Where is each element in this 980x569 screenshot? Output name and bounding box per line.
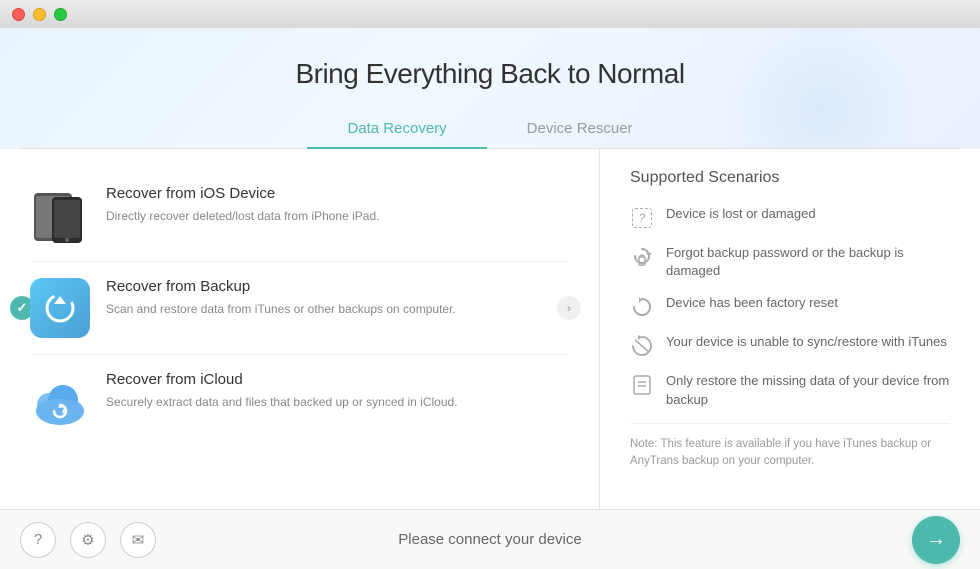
tab-bar: Data Recovery Device Rescuer	[20, 110, 960, 149]
close-button[interactable]	[12, 8, 25, 21]
left-panel: Recover from iOS Device Directly recover…	[0, 149, 600, 509]
status-text: Please connect your device	[398, 531, 581, 548]
maximize-button[interactable]	[54, 8, 67, 21]
scenario-backup-password: Forgot backup password or the backup is …	[630, 244, 950, 280]
header-area: Bring Everything Back to Normal Data Rec…	[0, 28, 980, 149]
lost-damaged-icon: ?	[630, 206, 654, 230]
title-bar	[0, 0, 980, 28]
icloud-option-title: Recover from iCloud	[106, 371, 458, 388]
backup-password-text: Forgot backup password or the backup is …	[666, 244, 950, 280]
mail-button[interactable]: ✉	[120, 522, 156, 558]
settings-button[interactable]: ⚙	[70, 522, 106, 558]
backup-option-title: Recover from Backup	[106, 278, 456, 295]
content-area: Recover from iOS Device Directly recover…	[0, 149, 980, 509]
main-title: Bring Everything Back to Normal	[20, 58, 960, 90]
missing-data-icon	[630, 373, 654, 397]
ios-option-desc: Directly recover deleted/lost data from …	[106, 207, 379, 225]
main-content: Bring Everything Back to Normal Data Rec…	[0, 28, 980, 509]
help-icon: ?	[34, 531, 42, 548]
scenarios-note: Note: This feature is available if you h…	[630, 423, 950, 471]
sync-restore-icon	[630, 334, 654, 358]
scenario-missing-data: Only restore the missing data of your de…	[630, 372, 950, 408]
factory-reset-text: Device has been factory reset	[666, 294, 838, 312]
tab-data-recovery[interactable]: Data Recovery	[307, 110, 486, 149]
ios-option-title: Recover from iOS Device	[106, 185, 379, 202]
backup-option-text: Recover from Backup Scan and restore dat…	[106, 278, 456, 318]
minimize-button[interactable]	[33, 8, 46, 21]
settings-icon: ⚙	[81, 531, 94, 549]
backup-password-icon	[630, 245, 654, 269]
next-arrow-icon: →	[926, 528, 946, 551]
bottom-bar: ? ⚙ ✉ Please connect your device →	[0, 509, 980, 569]
right-panel: Supported Scenarios ? Device is lost or …	[600, 149, 980, 509]
icloud-option-desc: Securely extract data and files that bac…	[106, 393, 458, 411]
factory-reset-icon	[630, 295, 654, 319]
lost-damaged-text: Device is lost or damaged	[666, 205, 816, 223]
ios-device-icon	[30, 185, 90, 245]
bottom-icons: ? ⚙ ✉	[20, 522, 156, 558]
option-backup[interactable]: ✓ Recover from Backup Scan and restore d…	[30, 262, 569, 355]
help-button[interactable]: ?	[20, 522, 56, 558]
panel-arrow-icon: ›	[557, 296, 581, 320]
missing-data-text: Only restore the missing data of your de…	[666, 372, 950, 408]
icloud-icon	[30, 371, 90, 431]
mail-icon: ✉	[132, 531, 145, 549]
ios-option-text: Recover from iOS Device Directly recover…	[106, 185, 379, 225]
scenarios-title: Supported Scenarios	[630, 169, 950, 187]
scenario-sync-restore: Your device is unable to sync/restore wi…	[630, 333, 950, 358]
option-ios-device[interactable]: Recover from iOS Device Directly recover…	[30, 169, 569, 262]
backup-option-desc: Scan and restore data from iTunes or oth…	[106, 300, 456, 318]
icloud-option-text: Recover from iCloud Securely extract dat…	[106, 371, 458, 411]
backup-icon	[30, 278, 90, 338]
scenario-factory-reset: Device has been factory reset	[630, 294, 950, 319]
next-button[interactable]: →	[912, 516, 960, 564]
tab-device-rescuer[interactable]: Device Rescuer	[487, 110, 673, 149]
sync-restore-text: Your device is unable to sync/restore wi…	[666, 333, 947, 351]
scenario-lost-damaged: ? Device is lost or damaged	[630, 205, 950, 230]
option-icloud[interactable]: Recover from iCloud Securely extract dat…	[30, 355, 569, 447]
